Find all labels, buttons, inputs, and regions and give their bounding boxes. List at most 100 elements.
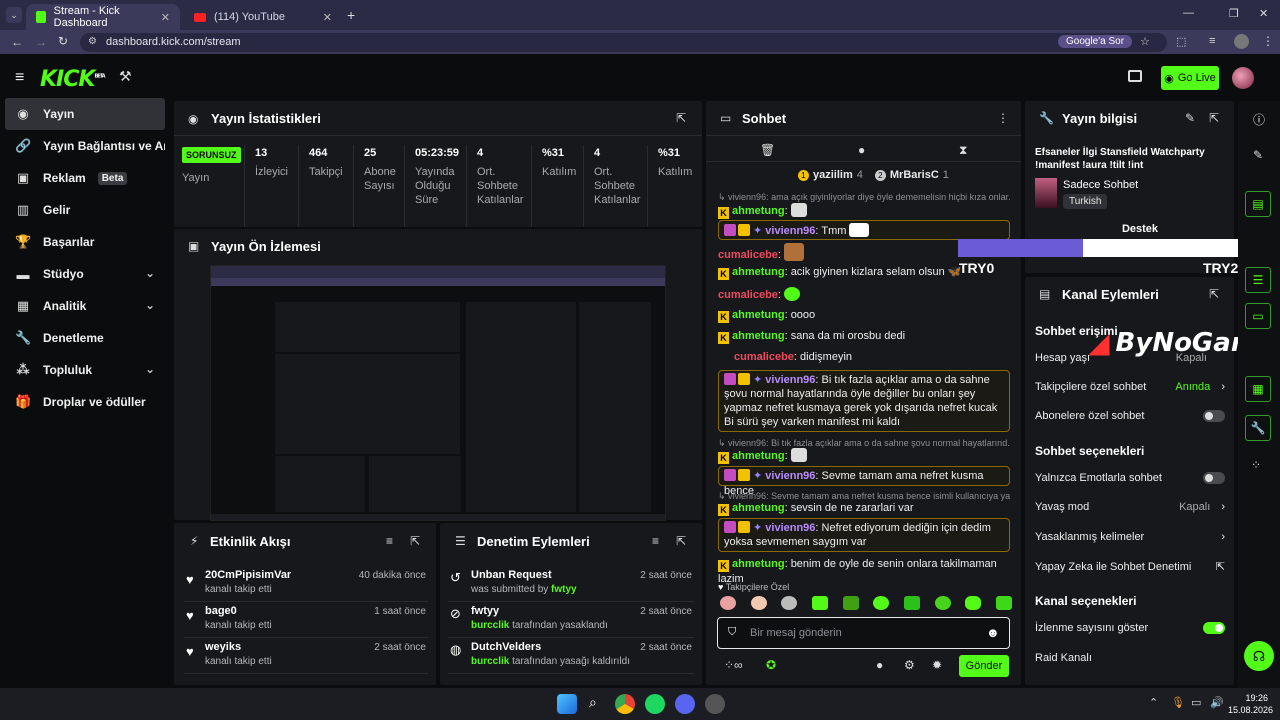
chat-username[interactable]: ahmetung <box>732 266 785 278</box>
popout-icon[interactable]: ⇱ <box>676 111 686 125</box>
hourglass-icon[interactable]: ⧗ <box>959 143 967 158</box>
kick-logo[interactable]: KICKBETA <box>40 67 106 92</box>
search-icon[interactable]: ⌕ <box>589 694 597 711</box>
popout-icon[interactable]: ⇱ <box>410 534 420 548</box>
stream-preview-video[interactable] <box>210 265 666 521</box>
subs-only-toggle[interactable] <box>1203 410 1225 422</box>
more-options-icon[interactable]: ⋮ <box>997 111 1009 125</box>
leader-name[interactable]: yaziilim <box>813 169 853 181</box>
category-name[interactable]: Sadece Sohbet <box>1063 179 1138 191</box>
setting-show-viewcount[interactable]: İzlenme sayısını göster <box>1035 622 1225 634</box>
setting-raid-channel[interactable]: Raid Kanalı <box>1035 652 1225 664</box>
chat-username[interactable]: cumalicebe <box>718 289 778 301</box>
chat-username[interactable]: vivienn96 <box>765 374 815 386</box>
chat-username[interactable]: ahmetung <box>732 502 785 514</box>
start-icon[interactable] <box>557 694 577 714</box>
actions-widget-icon[interactable]: ▦ <box>1245 376 1271 402</box>
profile-icon[interactable] <box>1234 34 1249 49</box>
maximize-icon[interactable]: ❐ <box>1229 7 1239 20</box>
badge-icon[interactable]: ✹ <box>932 658 942 672</box>
chat-input[interactable]: ⛉ Bir mesaj gönderin ☻ <box>717 617 1010 649</box>
list-widget-icon[interactable]: ☰ <box>1245 267 1271 293</box>
chrome-icon[interactable] <box>615 694 635 714</box>
sidebar-item-gelir[interactable]: ▥ Gelir <box>5 194 165 226</box>
emote-icon[interactable] <box>934 596 951 610</box>
support-icon[interactable]: ☊ <box>1244 641 1274 671</box>
sidebar-item-basarilar[interactable]: 🏆 Başarılar <box>5 226 165 258</box>
emote-icon[interactable] <box>750 596 767 610</box>
chat-username[interactable]: vivienn96 <box>765 470 815 482</box>
app-icon[interactable] <box>705 694 725 714</box>
edit-pencil-icon[interactable]: ✎ <box>1185 111 1195 125</box>
setting-followers-only[interactable]: Takipçilere özel sohbet Anında › <box>1035 381 1225 393</box>
setting-slow-mode[interactable]: Yavaş mod Kapalı › <box>1035 501 1225 513</box>
setting-ai-moderation[interactable]: Yapay Zeka ile Sohbet Denetimi ⇱ <box>1035 560 1225 574</box>
tag-chip[interactable]: Turkish <box>1063 194 1108 209</box>
popout-icon[interactable]: ⇱ <box>1209 111 1219 125</box>
trash-icon[interactable]: 🗑 <box>760 143 775 157</box>
extensions-icon[interactable]: ⬚ <box>1176 35 1186 48</box>
emote-icon[interactable] <box>903 596 920 610</box>
emote-only-toggle[interactable] <box>1203 472 1225 484</box>
popout-icon[interactable]: ⇱ <box>1209 287 1219 301</box>
tab-search-icon[interactable]: ⌄ <box>6 7 22 23</box>
new-tab-icon[interactable]: + <box>347 7 355 23</box>
chat-username[interactable]: ahmetung <box>732 450 785 462</box>
sidebar-item-analitik[interactable]: ▦ Analitik ⌄ <box>5 290 165 322</box>
chat-username[interactable]: cumalicebe <box>734 351 794 363</box>
discord-icon[interactable] <box>675 694 695 714</box>
chat-widget-icon[interactable]: ▭ <box>1245 303 1271 329</box>
stats-widget-icon[interactable]: ▤ <box>1245 191 1271 217</box>
chat-username[interactable]: vivienn96 <box>765 522 815 534</box>
chat-username[interactable]: ahmetung <box>732 309 785 321</box>
url-box[interactable]: ⚙ dashboard.kick.com/stream Google'a Sor… <box>80 33 1167 52</box>
info-icon[interactable]: ⓘ <box>1253 111 1265 128</box>
clock[interactable]: 19:26 15.08.2026 <box>1228 692 1273 716</box>
close-window-icon[interactable]: ✕ <box>1259 7 1268 20</box>
tray-chevron-icon[interactable]: ⌃ <box>1149 696 1158 709</box>
sidebar-item-studyo[interactable]: ▬ Stüdyo ⌄ <box>5 258 165 290</box>
emoji-icon[interactable]: ☻ <box>986 625 1000 640</box>
send-button[interactable]: Gönder <box>959 655 1009 677</box>
category-thumbnail[interactable] <box>1035 178 1057 208</box>
chat-username[interactable]: ahmetung <box>732 558 785 570</box>
kick-points-icon[interactable]: ✪ <box>766 658 776 672</box>
site-info-icon[interactable]: ⚙ <box>88 36 97 47</box>
chat-username[interactable]: vivienn96 <box>765 225 815 237</box>
hamburger-menu-icon[interactable]: ≡ <box>15 69 24 87</box>
microphone-icon[interactable]: 🎙 <box>1171 696 1185 709</box>
sidebar-item-yayin[interactable]: ◉ Yayın <box>5 98 165 130</box>
sidebar-item-reklam[interactable]: ▣ Reklam Beta <box>5 162 165 194</box>
back-icon[interactable]: ← <box>11 35 23 49</box>
chat-bubble-icon[interactable]: ● <box>858 143 865 157</box>
go-live-button[interactable]: ◉ Go Live <box>1161 66 1219 90</box>
network-icon[interactable]: ▭ <box>1191 696 1201 709</box>
emote-icon[interactable] <box>781 596 798 610</box>
more-widgets-icon[interactable]: ⁘ <box>1251 458 1261 472</box>
setting-account-age[interactable]: Hesap yaşı Kapalı <box>1035 352 1225 364</box>
viewcount-toggle[interactable] <box>1203 622 1225 634</box>
browser-menu-icon[interactable]: ⋮ <box>1262 34 1274 48</box>
moderation-user[interactable]: burcclik <box>471 620 509 631</box>
bookmark-star-icon[interactable]: ☆ <box>1140 35 1150 48</box>
chat-options-icon[interactable]: ● <box>876 658 883 672</box>
close-tab-icon[interactable]: ✕ <box>161 11 170 24</box>
reload-icon[interactable]: ↻ <box>58 34 68 48</box>
moderation-user[interactable]: fwtyy <box>551 584 577 595</box>
tab-youtube[interactable]: (114) YouTube ✕ <box>184 4 342 30</box>
avatar[interactable] <box>1232 67 1254 89</box>
wrench-widget-icon[interactable]: 🔧 <box>1245 415 1271 441</box>
filter-icon[interactable]: ≡ <box>386 534 393 548</box>
minimize-icon[interactable]: — <box>1183 7 1194 19</box>
tools-icon[interactable]: ⚒ <box>119 68 132 85</box>
chat-username[interactable]: ahmetung <box>732 330 785 342</box>
setting-banned-words[interactable]: Yasaklanmış kelimeler › <box>1035 531 1225 543</box>
emote-icon[interactable] <box>720 596 736 610</box>
chat-username[interactable]: ahmetung <box>732 205 785 217</box>
sidebar-item-droplar[interactable]: 🎁 Droplar ve ödüller <box>5 386 165 418</box>
setting-emote-only[interactable]: Yalnızca Emotlarla sohbet <box>1035 472 1225 484</box>
volume-icon[interactable]: 🔊 <box>1210 696 1224 709</box>
emote-icon[interactable] <box>842 596 859 610</box>
sidebar-item-topluluk[interactable]: ⁂ Topluluk ⌄ <box>5 354 165 386</box>
emote-icon[interactable] <box>995 596 1012 610</box>
